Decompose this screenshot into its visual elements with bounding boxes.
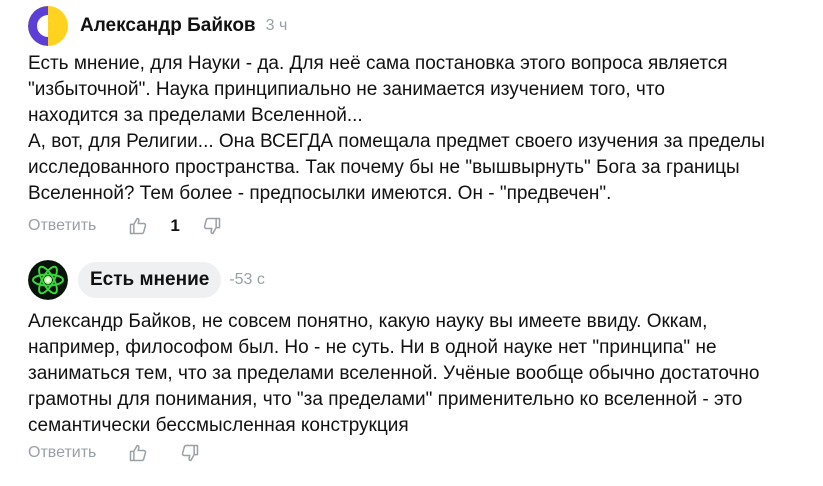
thumbs-down-icon <box>182 444 199 462</box>
author-name[interactable]: Есть мнение <box>78 262 222 298</box>
comment-time: -53 с <box>229 271 265 288</box>
avatar[interactable] <box>28 260 68 300</box>
like-count: 1 <box>170 216 180 235</box>
dislike-button[interactable] <box>202 216 222 236</box>
thumbs-down-icon <box>203 217 221 235</box>
comment-text: Есть мнение, для Науки - да. Для неё сам… <box>28 53 765 204</box>
like-button[interactable] <box>128 216 148 236</box>
avatar[interactable] <box>28 6 68 46</box>
author-name[interactable]: Александр Байков <box>80 15 256 37</box>
reply-button[interactable]: Ответить <box>28 217 96 235</box>
comment-actions: Ответить 1 <box>28 214 222 238</box>
atom-avatar-icon <box>28 260 68 300</box>
like-button[interactable] <box>128 443 148 463</box>
comment-actions: Ответить <box>28 441 200 465</box>
reply-button[interactable]: Ответить <box>28 444 96 462</box>
comment-text: Александр Байков, не совсем понятно, как… <box>28 311 760 436</box>
comment-time: 3 ч <box>265 17 288 34</box>
thumbs-up-icon <box>130 444 147 462</box>
avatar-purple-yellow-icon <box>28 6 68 46</box>
comment-header: Александр Байков 3 ч <box>28 6 287 46</box>
dislike-button[interactable] <box>180 443 200 463</box>
thumbs-up-icon <box>130 217 147 235</box>
comment-header: Есть мнение -53 с <box>28 258 265 302</box>
